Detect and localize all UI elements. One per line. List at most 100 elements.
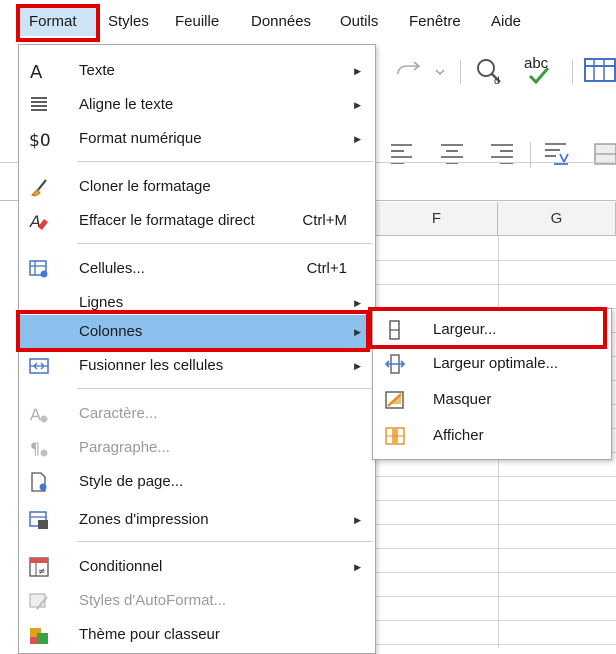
menu-item-fusionner-cellules[interactable]: Fusionner les cellules ▶	[19, 349, 375, 383]
clear-formatting-icon: A	[29, 212, 48, 231]
text-icon: A	[30, 62, 43, 81]
submenu-item-masquer[interactable]: Masquer	[373, 383, 611, 417]
menu-aide[interactable]: Aide	[491, 10, 521, 34]
submenu-item-largeur-optimale[interactable]: Largeur optimale...	[373, 347, 611, 381]
svg-text:¶: ¶	[30, 439, 40, 458]
menu-item-format-numerique[interactable]: $0 Format numérique ▶	[19, 122, 375, 156]
submenu-item-afficher[interactable]: Afficher	[373, 419, 611, 453]
submenu-item-label: Afficher	[433, 427, 484, 444]
menu-item-label: Cellules...	[79, 260, 145, 277]
menu-item-shortcut: Ctrl+M	[302, 212, 347, 229]
redo-icon[interactable]	[392, 60, 452, 84]
menu-item-theme-classeur[interactable]: Thème pour classeur	[19, 618, 375, 652]
menu-fenetre[interactable]: Fenêtre	[409, 10, 461, 34]
menu-separator	[77, 388, 373, 389]
clone-formatting-icon	[31, 179, 47, 197]
menu-outils[interactable]: Outils	[340, 10, 378, 34]
merge-cells-icon	[29, 358, 49, 374]
find-replace-icon[interactable]: d	[474, 56, 504, 86]
submenu-arrow-icon: ▶	[354, 327, 361, 337]
character-icon: A	[30, 405, 48, 424]
number-format-icon: $0	[29, 131, 51, 149]
wrap-text-icon[interactable]	[542, 140, 572, 168]
menu-item-label: Styles d'AutoFormat...	[79, 592, 227, 609]
menu-item-label: Texte	[79, 62, 115, 79]
menu-item-zones-impression[interactable]: Zones d'impression ▶	[19, 503, 375, 537]
format-menu: A Texte ▶ Aligne le texte ▶ $0 Format nu…	[18, 44, 376, 654]
menu-item-effacer-formatage[interactable]: A Effacer le formatage direct Ctrl+M	[19, 204, 375, 238]
column-header-g[interactable]: G	[498, 202, 616, 236]
submenu-arrow-icon: ▶	[354, 134, 361, 144]
submenu-arrow-icon: ▶	[354, 66, 361, 76]
svg-text:≠: ≠	[38, 567, 46, 577]
show-columns-icon	[385, 427, 405, 445]
menu-item-label: Colonnes	[79, 323, 143, 340]
grid-line	[376, 548, 616, 549]
menu-item-paragraphe[interactable]: ¶ Paragraphe...	[19, 431, 375, 465]
grid-line	[376, 596, 616, 597]
submenu-item-label: Masquer	[433, 391, 492, 408]
theme-icon	[30, 628, 48, 644]
menu-item-label: Paragraphe...	[79, 439, 170, 456]
submenu-item-largeur[interactable]: Largeur...	[373, 313, 611, 347]
grid-line	[376, 500, 616, 501]
menu-item-label: Fusionner les cellules	[79, 357, 224, 374]
conditional-icon: ≠	[29, 557, 49, 577]
print-ranges-icon	[29, 511, 48, 529]
grid-line	[376, 620, 616, 621]
grid-line	[376, 260, 616, 261]
menu-item-aligne-texte[interactable]: Aligne le texte ▶	[19, 88, 375, 122]
table-icon[interactable]	[584, 58, 616, 84]
grid-line	[376, 524, 616, 525]
svg-text:A: A	[30, 62, 43, 81]
menu-item-label: Conditionnel	[79, 558, 163, 575]
svg-text:A: A	[29, 212, 41, 231]
menu-item-label: Cloner le formatage	[79, 178, 211, 195]
menu-item-colonnes[interactable]: Colonnes ▶	[19, 315, 375, 349]
align-text-icon	[31, 97, 47, 111]
page-style-icon	[31, 472, 47, 492]
colonnes-submenu: Largeur... Largeur optimale... Masquer A…	[372, 308, 612, 460]
cells-icon	[29, 260, 48, 278]
hide-columns-icon	[385, 391, 404, 409]
column-width-icon	[389, 320, 400, 340]
menu-separator	[77, 243, 373, 244]
menu-item-styles-autoformat[interactable]: Styles d'AutoFormat...	[19, 584, 375, 618]
menu-item-texte[interactable]: A Texte ▶	[19, 54, 375, 88]
menubar: Format Styles Feuille Données Outils Fen…	[0, 0, 616, 44]
menu-item-label: Caractère...	[79, 405, 158, 422]
svg-text:A: A	[30, 405, 41, 424]
svg-text:d: d	[494, 76, 500, 86]
svg-text:$0: $0	[29, 131, 51, 149]
menu-item-label: Effacer le formatage direct	[79, 212, 255, 229]
submenu-item-label: Largeur...	[433, 321, 497, 338]
grid-line	[376, 284, 616, 285]
menu-item-label: Aligne le texte	[79, 96, 174, 113]
spelling-icon[interactable]: abc	[522, 54, 562, 88]
submenu-item-label: Largeur optimale...	[433, 355, 559, 372]
submenu-arrow-icon: ▶	[354, 100, 361, 110]
submenu-arrow-icon: ▶	[354, 361, 361, 371]
menu-item-cloner-formatage[interactable]: Cloner le formatage	[19, 170, 375, 204]
menu-item-label: Zones d'impression	[79, 511, 209, 528]
submenu-arrow-icon: ▶	[354, 562, 361, 572]
menu-item-style-page[interactable]: Style de page...	[19, 465, 375, 499]
autoformat-icon	[29, 593, 48, 610]
menu-item-shortcut: Ctrl+1	[306, 260, 347, 277]
submenu-arrow-icon: ▶	[354, 515, 361, 525]
menu-donnees[interactable]: Données	[251, 10, 311, 34]
menu-item-cellules[interactable]: Cellules... Ctrl+1	[19, 252, 375, 286]
grid-line	[376, 644, 616, 645]
menu-item-conditionnel[interactable]: ≠ Conditionnel ▶	[19, 550, 375, 584]
menu-item-caractere[interactable]: A Caractère...	[19, 397, 375, 431]
menu-styles[interactable]: Styles	[108, 10, 149, 34]
menu-item-label: Thème pour classeur	[79, 626, 220, 643]
menu-feuille[interactable]: Feuille	[175, 10, 219, 34]
menu-item-label: Format numérique	[79, 130, 202, 147]
menu-format[interactable]: Format	[29, 10, 77, 34]
paragraph-icon: ¶	[30, 439, 48, 458]
column-header-f[interactable]: F	[376, 202, 498, 236]
optimal-width-icon	[385, 354, 405, 374]
menu-item-label: Style de page...	[79, 473, 184, 490]
menu-separator	[77, 161, 373, 162]
